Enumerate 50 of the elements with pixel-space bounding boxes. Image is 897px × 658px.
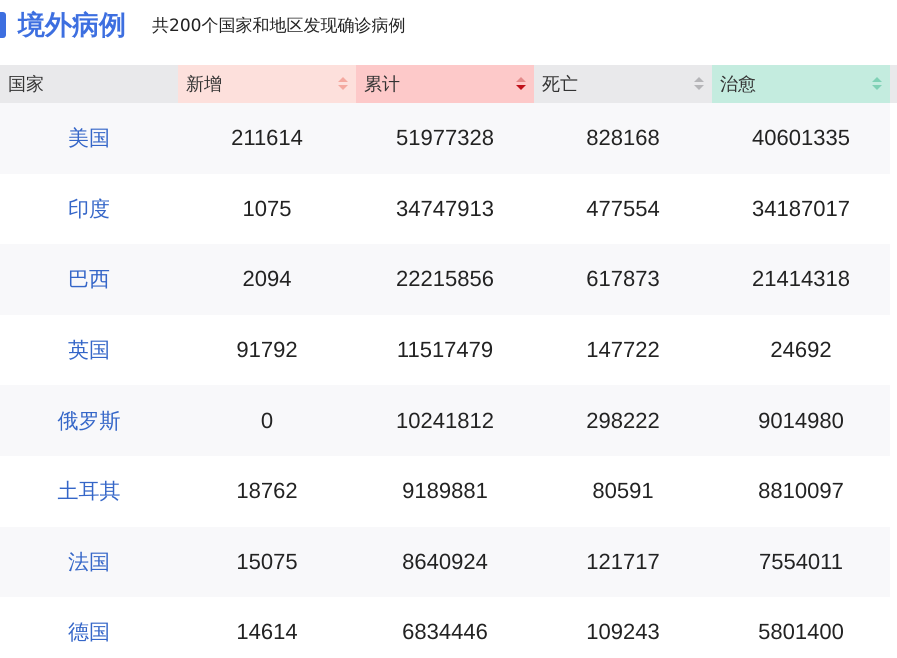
column-header[interactable]: 新增 (178, 65, 356, 103)
table-cell-text: 34187017 (751, 194, 851, 223)
country-link[interactable]: 法国 (0, 526, 178, 598)
table-cell-text: 298222 (585, 406, 661, 435)
table-cell-text: 24692 (769, 336, 833, 364)
country-link[interactable]: 土耳其 (0, 456, 178, 527)
table-cell-text: 121717 (585, 548, 661, 576)
country-link[interactable]: 美国 (0, 103, 178, 174)
table-cell-text: 91792 (235, 336, 299, 364)
table-cell-text: 11517479 (396, 336, 494, 364)
table-cell-text: 477554 (585, 194, 661, 223)
table-cell-text: 828168 (585, 124, 661, 152)
table-cell-text: 9014980 (757, 406, 845, 435)
country-link[interactable]: 德国 (0, 597, 178, 658)
table-cell-text: 211614 (230, 124, 304, 152)
case-summary: 共200个国家和地区发现确诊病例 (152, 14, 406, 36)
table-cell-text: 9189881 (401, 477, 489, 506)
sort-icon[interactable] (516, 77, 526, 91)
table-cell-text: 18762 (235, 477, 299, 506)
column-header[interactable]: 累计 (356, 65, 534, 103)
table-cell-text: 40601335 (751, 124, 851, 152)
section-title: 境外病例 (18, 9, 126, 43)
accent-bar (0, 12, 6, 38)
table-cell-text: 51977328 (395, 124, 495, 152)
table-cell-text: 15075 (235, 548, 299, 576)
table-cell-text: 8810097 (757, 477, 845, 506)
table-cell-text: 7554011 (758, 548, 844, 576)
table-cell-text: 109243 (585, 618, 661, 646)
column-header: 国家 (0, 65, 178, 103)
country-link[interactable]: 俄罗斯 (0, 385, 178, 456)
table-cell-text: 14614 (235, 618, 299, 646)
country-link[interactable]: 印度 (0, 174, 178, 244)
table-cell-text: 22215856 (395, 265, 495, 294)
table-cell-text: 2094 (242, 265, 292, 294)
table-cell-text: 21414318 (751, 265, 851, 294)
country-link[interactable]: 巴西 (0, 244, 178, 315)
table-cell-text: 34747913 (395, 194, 495, 223)
table-cell-text: 80591 (591, 477, 655, 506)
column-header[interactable]: 死亡 (534, 65, 712, 103)
table-cell-text: 0 (260, 406, 274, 435)
header-filler (890, 65, 897, 103)
table-cell-text: 147722 (585, 336, 661, 364)
table-cell-text: 1075 (242, 194, 292, 223)
table-cell-text: 617873 (585, 265, 661, 294)
table-cell-text: 10241812 (395, 406, 495, 435)
column-header[interactable]: 治愈 (712, 65, 890, 103)
table-cell-text: 8640924 (401, 548, 489, 576)
table-cell-text: 5801400 (757, 618, 845, 646)
country-link[interactable]: 英国 (0, 314, 178, 386)
table-cell-text: 6834446 (401, 618, 489, 646)
